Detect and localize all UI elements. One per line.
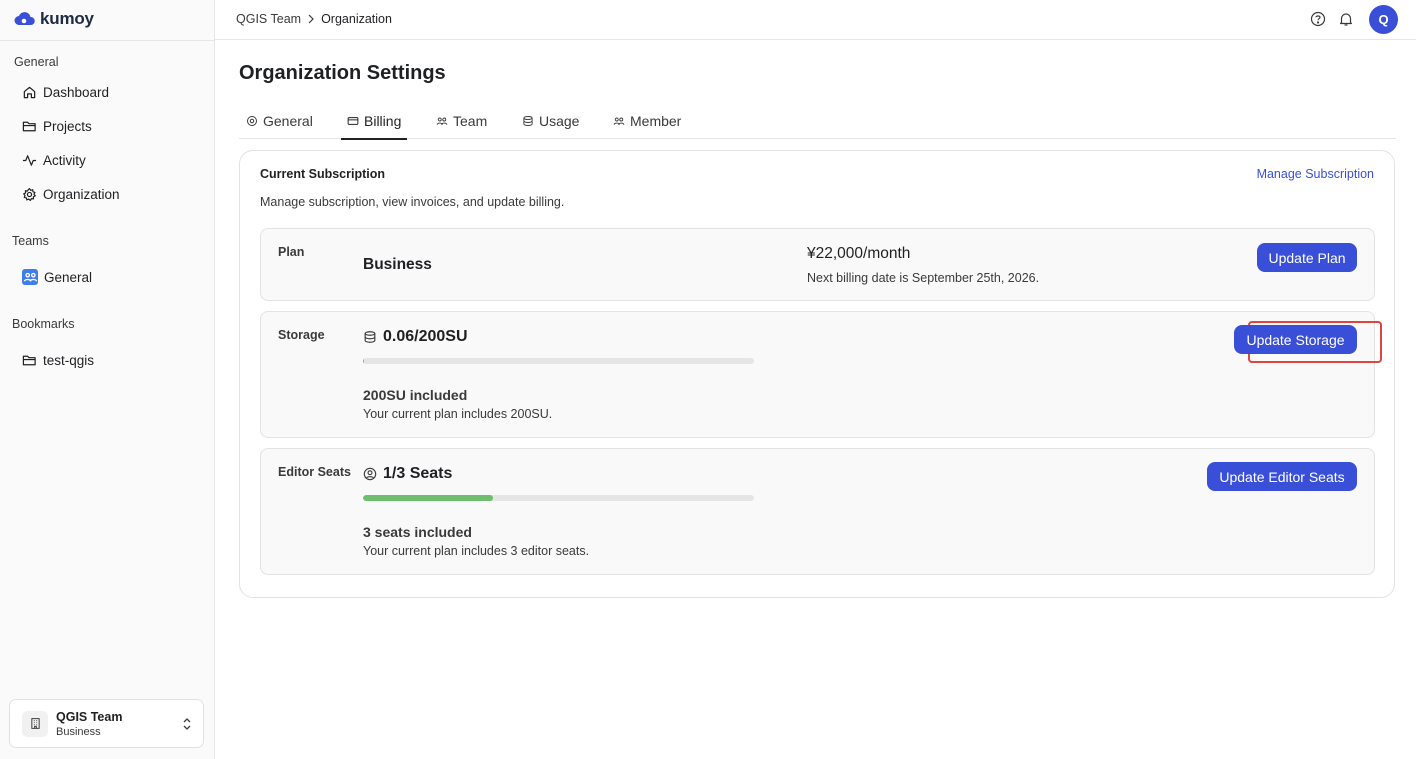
sidebar-item-projects[interactable]: Projects (22, 115, 92, 137)
editor-seats-included-description: Your current plan includes 3 editor seat… (363, 544, 590, 558)
tab-billing[interactable]: Billing (340, 104, 408, 140)
sidebar-item-label: Projects (43, 118, 92, 134)
sidebar-item-label: test-qgis (43, 352, 95, 368)
subscription-title: Current Subscription (260, 167, 386, 181)
sidebar-item-label: Organization (43, 186, 120, 202)
tab-label: General (263, 112, 313, 129)
chevron-up-down-icon (183, 718, 191, 730)
plan-label: Plan (278, 245, 305, 259)
editor-seats-label: Editor Seats (278, 465, 351, 479)
users-icon (436, 117, 448, 125)
update-plan-button[interactable]: Update Plan (1257, 243, 1357, 272)
team-switcher[interactable]: QGIS Team Business (9, 699, 204, 748)
top-bar: QGIS Team Organization (215, 0, 1416, 40)
tab-team[interactable]: Team (436, 104, 487, 139)
gear-icon (247, 115, 257, 126)
storage-usage-value: 0.06/200SU (383, 328, 468, 345)
sidebar-section-general: General (14, 55, 59, 69)
chevron-right-icon (308, 14, 314, 24)
breadcrumb-team[interactable]: QGIS Team (236, 12, 301, 26)
tab-usage[interactable]: Usage (522, 104, 579, 139)
sidebar-item-activity[interactable]: Activity (22, 149, 86, 171)
settings-tabs: General Billing Team Usage Member (239, 104, 1396, 140)
tab-label: Usage (539, 112, 580, 129)
database-icon (364, 331, 376, 343)
plan-name: Business (363, 256, 432, 273)
team-icon (22, 269, 38, 285)
storage-included-description: Your current plan includes 200SU. (363, 407, 553, 421)
sidebar-item-dashboard[interactable]: Dashboard (22, 81, 109, 103)
sidebar: kumoy General Dashboard Projects Activit… (0, 0, 215, 759)
editor-seats-progress-fill (363, 495, 494, 501)
tab-member[interactable]: Member (613, 104, 681, 139)
team-switcher-name: QGIS Team (56, 709, 123, 724)
building-icon (22, 710, 48, 737)
storage-usage: 0.06/200SU (363, 328, 468, 346)
bell-icon[interactable] (1338, 11, 1354, 27)
sidebar-section-teams: Teams (12, 234, 49, 248)
sidebar-item-team-general[interactable]: General (22, 266, 92, 288)
breadcrumb: QGIS Team Organization (236, 12, 392, 26)
sidebar-item-label: Activity (43, 152, 86, 168)
users-icon (613, 117, 625, 125)
logo[interactable]: kumoy (14, 8, 94, 30)
sidebar-item-label: General (44, 269, 93, 285)
gear-icon (22, 187, 37, 201)
tab-general[interactable]: General (246, 104, 313, 139)
help-icon[interactable] (1310, 11, 1326, 27)
user-circle-icon (363, 467, 377, 481)
plan-row: Plan Business ¥22,000/month Next billing… (260, 228, 1375, 301)
sidebar-item-organization[interactable]: Organization (22, 183, 120, 205)
storage-progress-bar (363, 358, 754, 364)
sidebar-section-bookmarks: Bookmarks (12, 317, 75, 331)
subscription-card: Current Subscription Manage Subscription… (239, 150, 1395, 598)
editor-seats-progress-bar (363, 495, 754, 501)
page-title: Organization Settings (239, 62, 446, 84)
tab-label: Team (453, 112, 488, 129)
plan-price: ¥22,000/month (807, 245, 911, 262)
tab-label: Billing (364, 112, 402, 129)
tab-label: Member (630, 112, 682, 129)
subscription-description: Manage subscription, view invoices, and … (260, 195, 565, 209)
home-icon (23, 86, 36, 98)
manage-subscription-link[interactable]: Manage Subscription (1257, 167, 1374, 181)
cloud-logo-icon (14, 12, 35, 25)
editor-seats-value: 1/3 Seats (383, 465, 453, 482)
logo-text: kumoy (40, 9, 94, 28)
next-billing-date: Next billing date is September 25th, 202… (807, 271, 1040, 285)
editor-seats-included: 3 seats included (363, 524, 472, 540)
folder-icon (22, 355, 36, 365)
update-storage-button[interactable]: Update Storage (1234, 325, 1357, 354)
storage-row: Storage 0.06/200SU 200SU included Your c… (260, 311, 1382, 438)
storage-label: Storage (278, 328, 325, 342)
credit-card-icon (347, 116, 359, 125)
activity-icon (22, 154, 37, 166)
update-editor-seats-button[interactable]: Update Editor Seats (1207, 462, 1357, 491)
database-icon (523, 115, 533, 126)
breadcrumb-current: Organization (321, 12, 392, 26)
sidebar-item-bookmark-test-qgis[interactable]: test-qgis (22, 349, 94, 371)
folder-icon (22, 121, 36, 131)
user-avatar[interactable]: Q (1369, 5, 1398, 34)
storage-included: 200SU included (363, 387, 468, 403)
sidebar-divider (0, 40, 214, 41)
editor-seats-row: Editor Seats 1/3 Seats 3 seats included … (260, 448, 1375, 575)
sidebar-item-label: Dashboard (43, 84, 110, 100)
editor-seats-usage: 1/3 Seats (363, 465, 452, 483)
team-switcher-plan: Business (56, 725, 101, 738)
